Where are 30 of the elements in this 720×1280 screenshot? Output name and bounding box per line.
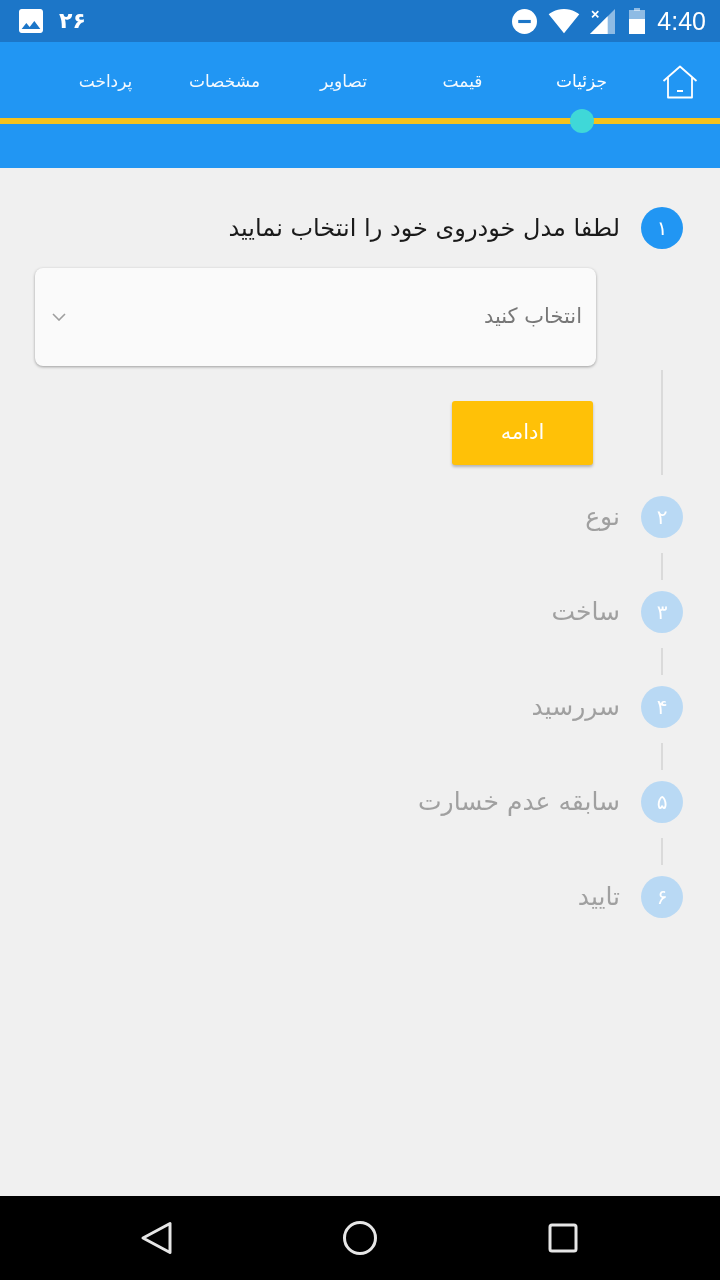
model-dropdown[interactable]: انتخاب کنید [35, 268, 596, 366]
do-not-disturb-icon [512, 8, 538, 34]
tab[interactable]: پرداخت [46, 58, 165, 106]
step-label: سررسید [531, 691, 620, 724]
home-icon[interactable] [662, 65, 698, 99]
step-label: سابقه عدم خسارت [418, 786, 620, 819]
step-number: ۴ [641, 686, 683, 728]
step-number: ۲ [641, 496, 683, 538]
step-label: لطفا مدل خودروی خود را انتخاب نمایید [228, 213, 620, 244]
home-circle-icon[interactable] [342, 1220, 378, 1256]
step-label: تایید [577, 881, 620, 914]
tab[interactable]: قیمت [403, 58, 522, 106]
tab[interactable]: تصاویر [284, 58, 403, 106]
tab[interactable]: جزئیات [522, 58, 641, 106]
wifi-icon [548, 8, 581, 34]
step-label: ساخت [551, 596, 620, 629]
signal-icon [590, 8, 616, 34]
step-number: ۶ [641, 876, 683, 918]
continue-button[interactable]: ادامه [452, 401, 593, 465]
step-number: ۱ [641, 207, 683, 249]
battery-icon [629, 8, 646, 34]
step-number: ۵ [641, 781, 683, 823]
back-icon[interactable] [139, 1220, 175, 1256]
tab[interactable]: مشخصات [165, 58, 284, 106]
chevron-down-icon [52, 313, 66, 321]
image-icon [19, 9, 43, 33]
step-label: نوع [585, 501, 620, 534]
notification-count: ۲۶ [59, 10, 86, 32]
step-number: ۳ [641, 591, 683, 633]
clock-time: 4:40 [657, 8, 706, 34]
